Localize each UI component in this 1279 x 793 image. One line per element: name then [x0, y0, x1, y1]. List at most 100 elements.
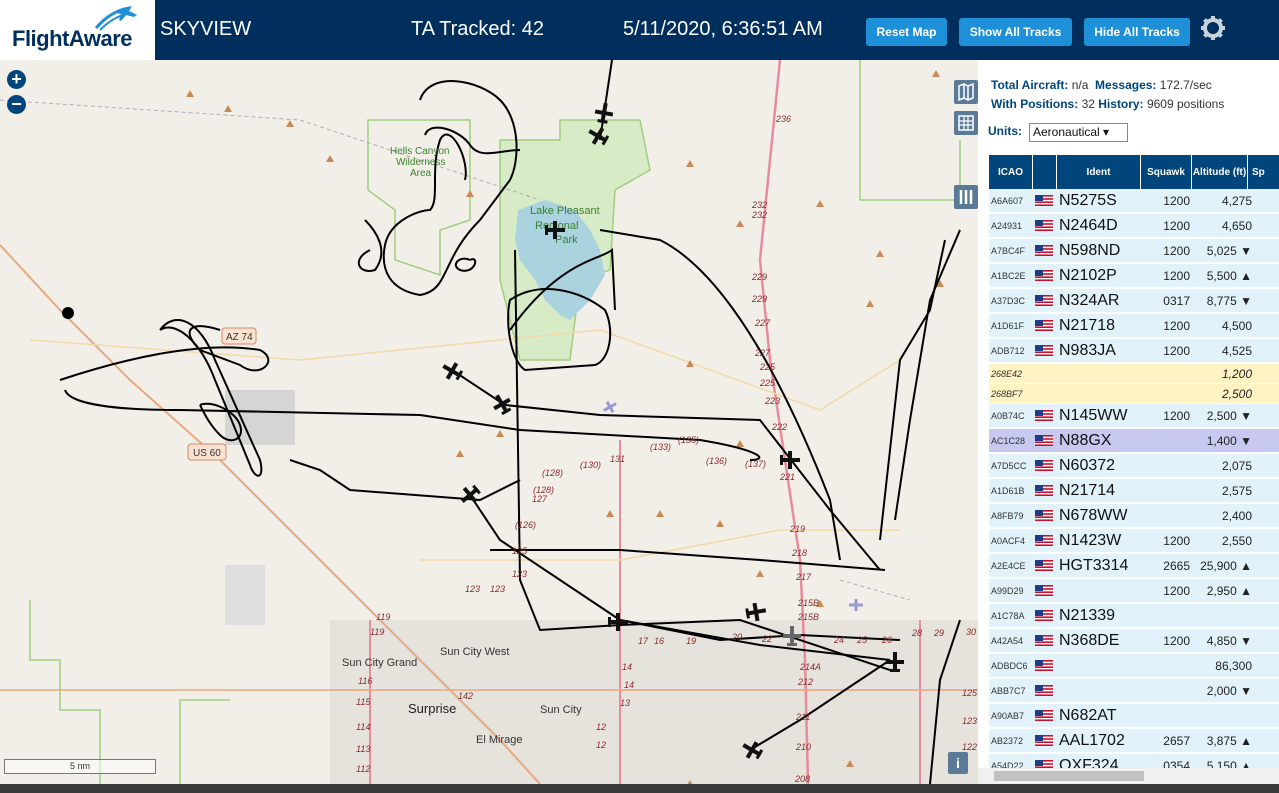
svg-text:(136): (136): [706, 456, 727, 466]
svg-text:12: 12: [596, 740, 606, 750]
svg-text:22: 22: [761, 634, 772, 644]
svg-text:20: 20: [731, 632, 742, 642]
gear-icon[interactable]: [1199, 14, 1227, 42]
history-value: 9609 positions: [1146, 97, 1225, 111]
zoom-in-button[interactable]: +: [7, 70, 26, 89]
tracked-count: TA Tracked: 42: [411, 18, 545, 40]
altitude-cell: 2,500 ▼: [1206, 409, 1252, 423]
table-row[interactable]: A1D61F N21718 1200 4,500: [989, 314, 1279, 338]
units-select[interactable]: Aeronautical ▾: [1029, 123, 1128, 142]
table-row[interactable]: A42A54 N368DE 1200 4,850 ▼: [989, 629, 1279, 653]
squawk-cell: [1144, 679, 1192, 703]
col-header-speed[interactable]: Sp: [1248, 155, 1279, 189]
table-row[interactable]: A7D5CC N60372 2,075: [989, 454, 1279, 478]
table-row[interactable]: A0ACF4 N1423W 1200 2,550: [989, 529, 1279, 553]
col-header-altitude[interactable]: Altitude (ft): [1192, 155, 1248, 189]
icao-cell: A0ACF4: [991, 536, 1026, 546]
icao-cell: A6A607: [991, 196, 1024, 206]
stats-block: Total Aircraft: n/a Messages: 172.7/sec …: [991, 76, 1224, 114]
squawk-cell: 0317: [1163, 294, 1190, 308]
grid-icon[interactable]: [954, 111, 978, 135]
boundary-line: [0, 99, 911, 601]
table-row[interactable]: A6A607 N5275S 1200 4,275: [989, 189, 1279, 213]
flightaware-logo[interactable]: FlightAware: [0, 0, 155, 60]
us-flag-icon: [1035, 345, 1053, 356]
col-header-icao[interactable]: ICAO: [989, 155, 1033, 189]
svg-text:(137): (137): [745, 459, 766, 469]
svg-text:25: 25: [856, 635, 868, 645]
table-row[interactable]: A1C78A N21339: [989, 604, 1279, 628]
svg-text:116: 116: [358, 676, 372, 686]
table-row[interactable]: ADBDC6 86,300: [989, 654, 1279, 678]
table-row[interactable]: 268BF7 2,500: [989, 384, 1279, 404]
svg-text:215B: 215B: [797, 612, 819, 622]
map-canvas[interactable]: 236232232 229229227 227225225 223222221 …: [0, 60, 978, 784]
table-row[interactable]: A99D29 1200 2,950 ▲: [989, 579, 1279, 603]
columns-icon[interactable]: [954, 185, 978, 209]
altitude-cell: 2,500: [1221, 387, 1252, 401]
table-row[interactable]: A2E4CE HGT3314 2665 25,900 ▲: [989, 554, 1279, 578]
col-header-flag[interactable]: [1033, 155, 1057, 189]
zoom-out-button[interactable]: −: [7, 95, 26, 114]
table-row[interactable]: AB2372 AAL1702 2657 3,875 ▲: [989, 729, 1279, 753]
table-row[interactable]: A7BC4F N598ND 1200 5,025 ▼: [989, 239, 1279, 263]
svg-text:Sun City Grand: Sun City Grand: [342, 657, 417, 669]
squawk-cell: 1200: [1163, 269, 1190, 283]
map-layers-icon[interactable]: [954, 80, 978, 104]
svg-text:123: 123: [490, 584, 505, 594]
squawk-cell: 1200: [1163, 534, 1190, 548]
ident-cell: N60372: [1059, 457, 1116, 474]
squawk-cell: [1144, 504, 1192, 528]
table-row[interactable]: AC1C28 N88GX 1,400 ▼: [989, 429, 1279, 453]
svg-text:210: 210: [795, 742, 811, 752]
svg-text:119: 119: [370, 627, 384, 637]
show-all-tracks-button[interactable]: Show All Tracks: [959, 18, 1072, 46]
svg-text:13: 13: [620, 698, 630, 708]
squawk-cell: [1144, 704, 1192, 728]
units-label: Units:: [988, 124, 1022, 138]
map-view[interactable]: 236 232 232 229 229 227 227 225 225 223 222 221 …: [0, 60, 978, 784]
hide-all-tracks-button[interactable]: Hide All Tracks: [1084, 18, 1190, 46]
scrollbar-thumb[interactable]: [994, 771, 1144, 781]
squawk-cell: 1200: [1163, 634, 1190, 648]
icao-cell: 268BF7: [991, 389, 1023, 399]
us-flag-icon: [1035, 410, 1053, 421]
svg-text:214A: 214A: [799, 662, 821, 672]
us-flag-icon: [1035, 245, 1053, 256]
ident-cell: [1059, 579, 1143, 603]
svg-text:222: 222: [771, 422, 787, 432]
reset-map-button[interactable]: Reset Map: [866, 18, 947, 46]
squawk-cell: 1200: [1163, 219, 1190, 233]
altitude-cell: 5,025 ▼: [1206, 244, 1252, 258]
info-button[interactable]: i: [948, 752, 968, 774]
ident-cell: N2464D: [1059, 217, 1118, 234]
table-row[interactable]: ADB712 N983JA 1200 4,525: [989, 339, 1279, 363]
table-row[interactable]: A24931 N2464D 1200 4,650: [989, 214, 1279, 238]
squawk-cell: [1144, 384, 1192, 404]
table-row[interactable]: ABB7C7 2,000 ▼: [989, 679, 1279, 703]
table-row[interactable]: A1D61B N21714 2,575: [989, 479, 1279, 503]
table-row[interactable]: A0B74C N145WW 1200 2,500 ▼: [989, 404, 1279, 428]
squawk-cell: 2665: [1163, 559, 1190, 573]
table-row[interactable]: A8FB79 N678WW 2,400: [989, 504, 1279, 528]
col-header-squawk[interactable]: Squawk: [1141, 155, 1192, 189]
svg-text:208: 208: [794, 774, 810, 784]
us-flag-icon: [1035, 295, 1053, 306]
table-row[interactable]: A90AB7 N682AT: [989, 704, 1279, 728]
ident-cell: N368DE: [1059, 632, 1120, 649]
table-row[interactable]: A37D3C N324AR 0317 8,775 ▼: [989, 289, 1279, 313]
svg-text:(135): (135): [678, 435, 699, 445]
altitude-cell: 2,000 ▼: [1206, 684, 1252, 698]
aircraft-panel: Total Aircraft: n/a Messages: 172.7/sec …: [978, 60, 1279, 784]
us-flag-icon: [1035, 710, 1053, 721]
col-header-ident[interactable]: Ident: [1057, 155, 1141, 189]
location-marker[interactable]: [62, 307, 74, 319]
svg-text:123: 123: [512, 569, 527, 579]
svg-text:221: 221: [779, 472, 795, 482]
ident-cell: N88GX: [1059, 432, 1112, 449]
table-row[interactable]: 268E42 1,200: [989, 364, 1279, 384]
horizontal-scrollbar[interactable]: [978, 768, 1279, 784]
current-datetime: 5/11/2020, 6:36:51 AM: [623, 18, 823, 40]
icao-cell: AC1C28: [991, 436, 1026, 446]
table-row[interactable]: A1BC2E N2102P 1200 5,500 ▲: [989, 264, 1279, 288]
